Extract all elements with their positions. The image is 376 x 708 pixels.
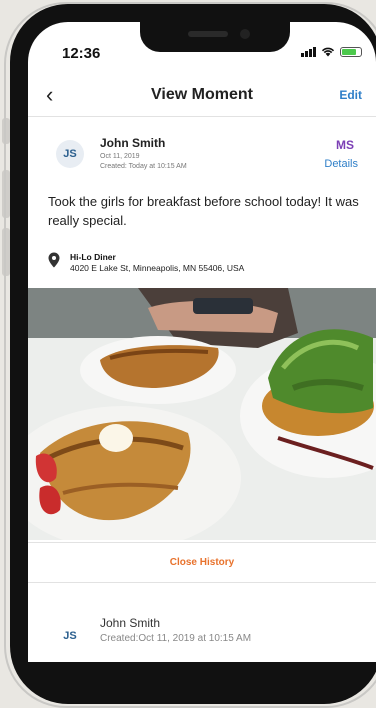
moment-date: Oct 11, 2019 xyxy=(100,153,140,160)
moment-text: Took the girls for breakfast before scho… xyxy=(48,194,359,228)
location-name: Hi-Lo Diner xyxy=(70,252,116,262)
location-address: 4020 E Lake St, Minneapolis, MN 55406, U… xyxy=(70,263,245,273)
signal-icon xyxy=(301,46,316,57)
silent-switch xyxy=(2,118,10,144)
app-screen: 12:36 ‹ View Moment Edit JS John Smith O… xyxy=(28,22,376,662)
history-avatar: JS xyxy=(56,622,84,650)
avatar: JS xyxy=(56,140,84,168)
status-time: 12:36 xyxy=(62,45,101,62)
edit-button[interactable]: Edit xyxy=(339,88,362,102)
battery-icon xyxy=(340,47,362,57)
page-title: View Moment xyxy=(151,86,253,103)
status-icons xyxy=(301,46,362,57)
history-divider xyxy=(28,582,376,583)
notch xyxy=(140,22,290,52)
nav-bar: ‹ View Moment Edit xyxy=(28,76,376,116)
author-name: John Smith xyxy=(100,136,166,150)
close-history-button[interactable]: Close History xyxy=(28,557,376,568)
volume-down-button xyxy=(2,228,10,276)
created-timestamp: Created: Today at 10:15 AM xyxy=(100,163,187,170)
history-created-timestamp: Created:Oct 11, 2019 at 10:15 AM xyxy=(100,633,252,644)
map-pin-icon xyxy=(48,252,60,268)
photo-divider xyxy=(28,542,376,543)
history-author: John Smith xyxy=(100,616,161,630)
tagged-user-badge[interactable]: MS xyxy=(336,138,354,152)
wifi-icon xyxy=(321,47,335,57)
details-link[interactable]: Details xyxy=(324,158,358,170)
nav-divider xyxy=(28,116,376,117)
breakfast-photo[interactable] xyxy=(28,288,376,540)
volume-up-button xyxy=(2,170,10,218)
